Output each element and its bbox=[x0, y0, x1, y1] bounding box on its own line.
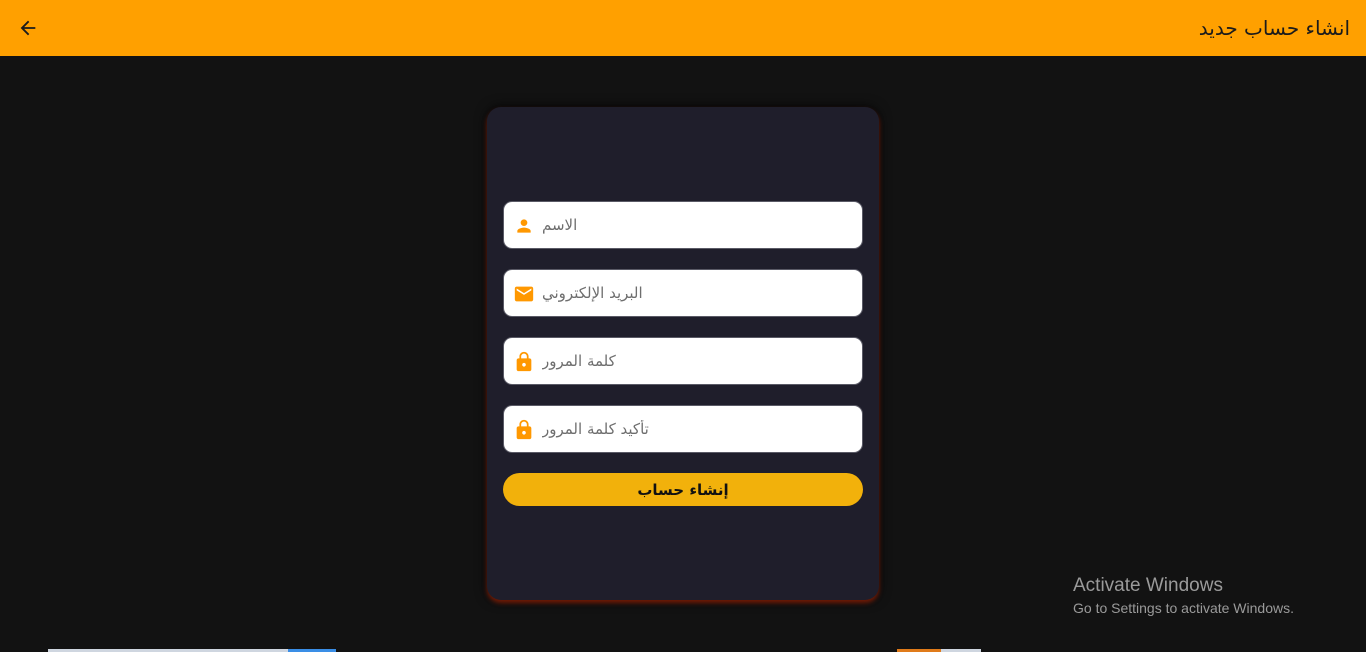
name-input[interactable] bbox=[542, 202, 854, 247]
page-title: انشاء حساب جديد bbox=[1198, 16, 1350, 40]
email-input[interactable] bbox=[542, 270, 854, 315]
confirm-password-input[interactable] bbox=[542, 406, 854, 451]
app-bar: انشاء حساب جديد bbox=[0, 0, 1366, 56]
create-account-button[interactable]: إنشاء حساب bbox=[503, 473, 863, 506]
mail-icon bbox=[512, 282, 536, 306]
signup-card: إنشاء حساب bbox=[487, 107, 879, 600]
password-field[interactable] bbox=[503, 337, 863, 385]
name-field[interactable] bbox=[503, 201, 863, 249]
lock-icon bbox=[512, 418, 536, 442]
activate-windows-watermark: Activate Windows Go to Settings to activ… bbox=[1073, 574, 1294, 618]
password-input[interactable] bbox=[542, 338, 854, 383]
back-button[interactable] bbox=[10, 10, 46, 46]
watermark-subtitle: Go to Settings to activate Windows. bbox=[1073, 600, 1294, 616]
email-field[interactable] bbox=[503, 269, 863, 317]
person-icon bbox=[512, 214, 536, 238]
arrow-left-icon bbox=[20, 20, 36, 36]
confirm-password-field[interactable] bbox=[503, 405, 863, 453]
lock-icon bbox=[512, 350, 536, 374]
watermark-title: Activate Windows bbox=[1073, 575, 1223, 596]
